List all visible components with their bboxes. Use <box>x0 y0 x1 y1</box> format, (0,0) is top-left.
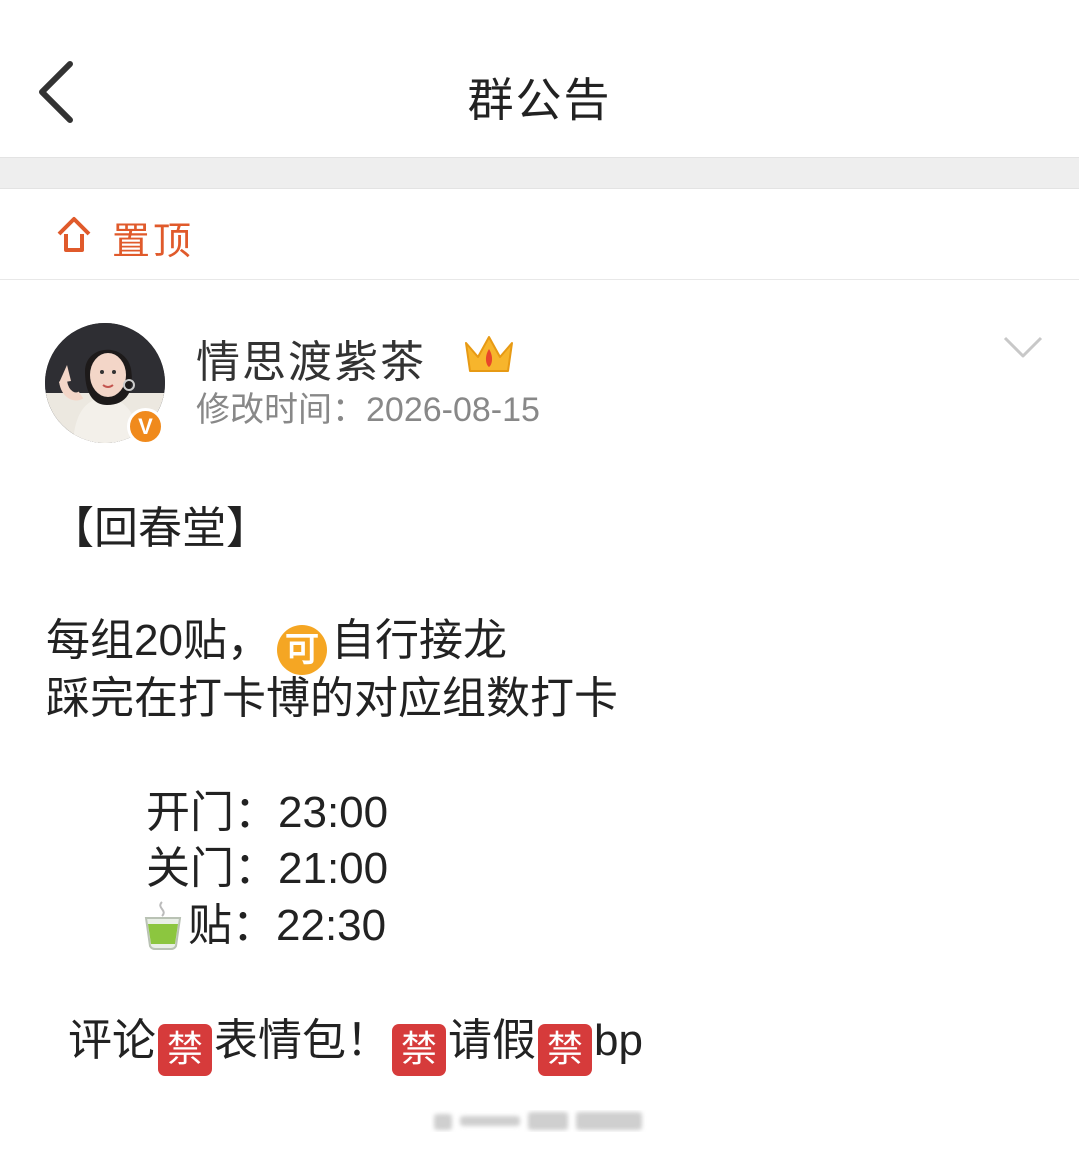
author-name[interactable]: 情思渡紫茶 <box>196 326 426 390</box>
pinned-label: 置顶 <box>112 219 195 263</box>
modified-date: 2026-08-15 <box>366 391 540 429</box>
line-text: 每组20贴， <box>46 616 271 665</box>
close-label: 关门： <box>146 843 278 894</box>
pin-top-icon <box>57 217 91 252</box>
section-divider <box>0 157 1079 189</box>
tea-time: 22:30 <box>276 901 387 950</box>
watermark <box>434 1112 642 1130</box>
chevron-down-icon[interactable] <box>1002 334 1044 360</box>
header-bar: 群公告 <box>0 0 1079 157</box>
crown-icon <box>465 336 513 372</box>
announcement-line-2: 踩完在打卡博的对应组数打卡 <box>46 673 618 724</box>
rules-line: 评论禁表情包！禁请假禁 bp <box>68 1004 643 1076</box>
ban-icon: 禁 <box>158 1024 212 1076</box>
line-text: 评论 <box>68 1015 156 1066</box>
open-time-line: 开门：23:00 <box>146 776 388 840</box>
modified-label: 修改时间： <box>196 390 366 430</box>
ban-icon: 禁 <box>538 1024 592 1076</box>
tea-cup-icon <box>144 901 182 950</box>
announcement-title: 【回春堂】 <box>50 503 270 554</box>
close-time-line: 关门：21:00 <box>146 832 388 896</box>
line-text: bp <box>594 1016 643 1065</box>
line-text: 表情包！ <box>214 1015 390 1066</box>
ban-icon: 禁 <box>392 1024 446 1076</box>
tea-time-line: 贴：22:30 <box>142 889 386 953</box>
line-text: 自行接龙 <box>330 615 507 666</box>
page-title: 群公告 <box>467 73 612 127</box>
open-time: 23:00 <box>278 788 389 837</box>
close-time: 21:00 <box>278 844 389 893</box>
tea-label: 贴： <box>188 900 276 951</box>
modified-time: 修改时间：2026-08-15 <box>196 382 540 431</box>
open-label: 开门： <box>146 787 278 838</box>
verified-v-icon: V <box>127 408 164 445</box>
line-text: 请假 <box>448 1015 536 1066</box>
